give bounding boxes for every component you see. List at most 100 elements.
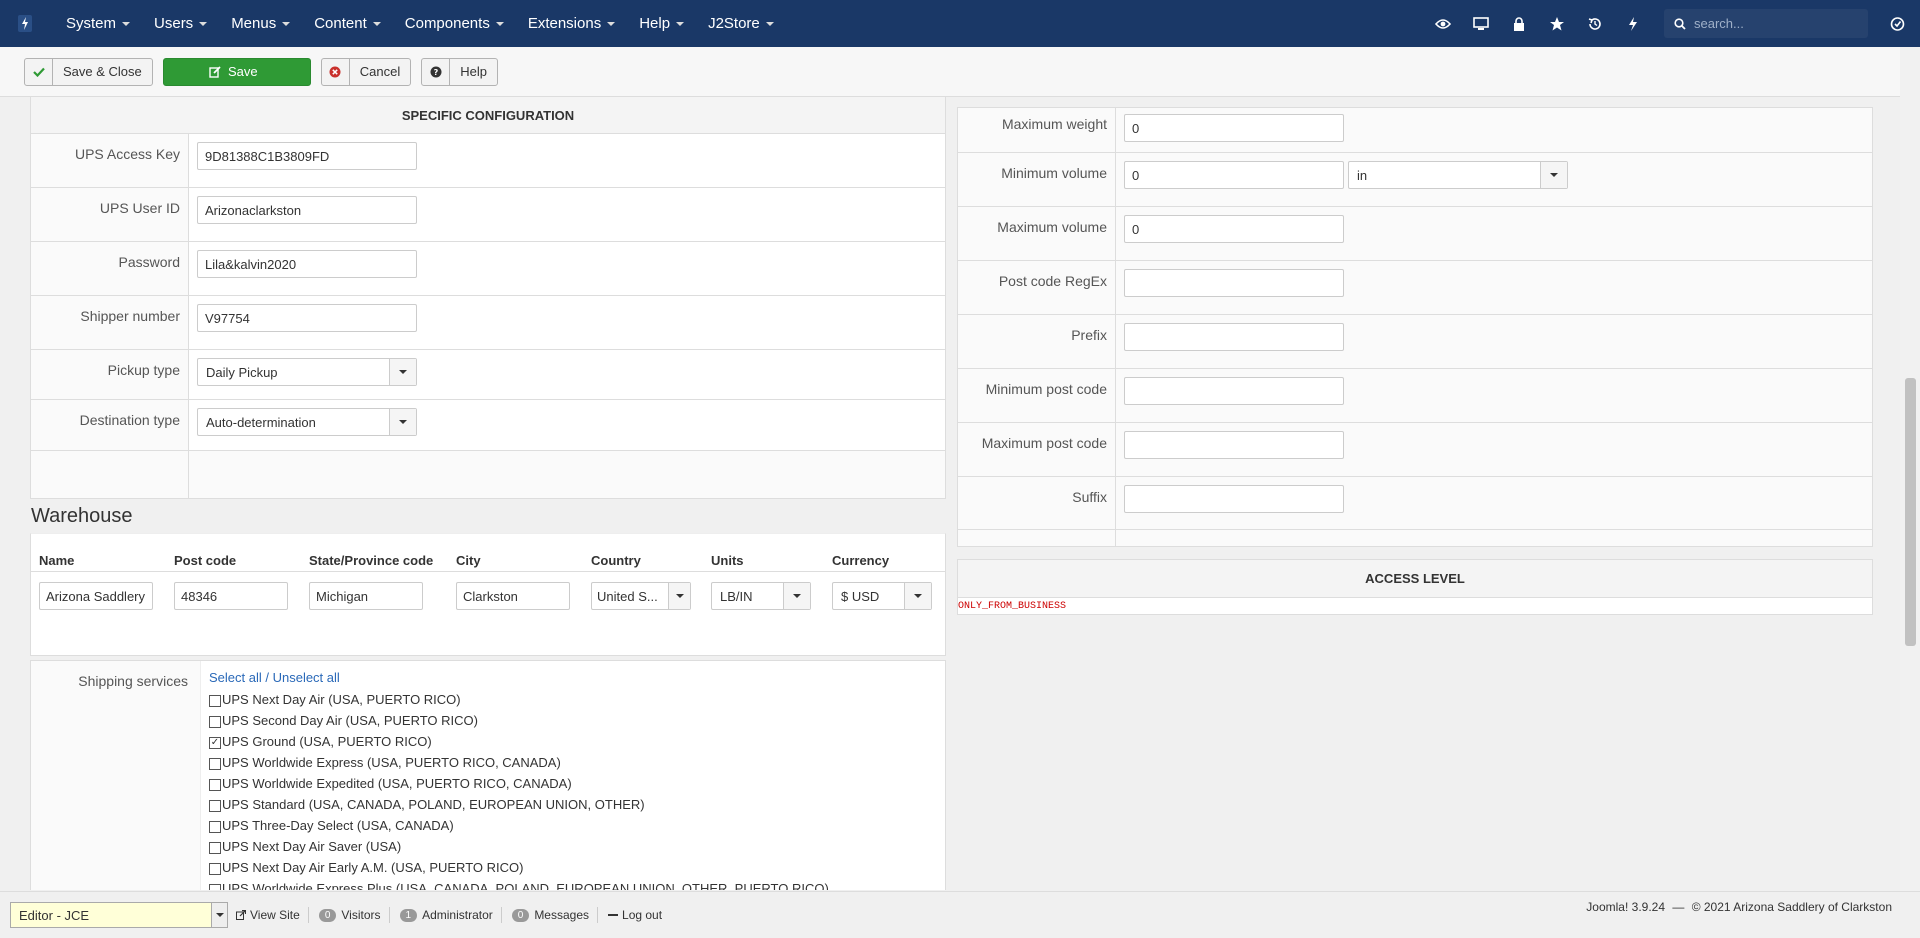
unselect-all-link[interactable]: Unselect all [273,670,340,685]
field-row-min-postcode: Minimum post code [958,369,1872,423]
service-checkbox[interactable] [209,716,221,728]
nav-right-tools [1424,0,1920,47]
menu-system[interactable]: System [54,0,142,47]
pickup-type-select[interactable]: Daily Pickup [197,358,417,386]
service-checkbox[interactable] [209,821,221,833]
menu-menus[interactable]: Menus [219,0,302,47]
menu-label: Content [314,15,367,32]
service-item: UPS Second Day Air (USA, PUERTO RICO) [209,710,829,731]
menu-components[interactable]: Components [393,0,516,47]
caret-down-icon [495,21,504,26]
menu-content[interactable]: Content [302,0,393,47]
min-volume-input[interactable]: 0 [1124,161,1344,189]
status-bar: Editor - JCE View Site 0 Visitors 1 Admi… [0,891,1920,938]
footer-copyright: Joomla! 3.9.24 — © 2021 Arizona Saddlery… [1586,900,1892,914]
field-label: Shipper number [31,296,189,349]
star-icon[interactable] [1538,0,1576,47]
link-separator: / [261,670,273,685]
service-item: UPS Worldwide Express Plus (USA, CANADA,… [209,878,829,890]
field-row-max-weight: Maximum weight 0 [958,108,1872,153]
service-label: UPS Worldwide Express Plus (USA, CANADA,… [222,881,829,890]
button-label: Help [460,64,487,79]
menu-extensions[interactable]: Extensions [516,0,627,47]
warehouse-country-select[interactable]: United S... [591,582,691,610]
column-header: Name [39,553,75,568]
status-label: Administrator [422,908,493,922]
caret-down-icon [676,21,685,26]
flash-icon[interactable] [1614,0,1652,47]
service-checkbox[interactable] [209,800,221,812]
password-input[interactable]: Lila&kalvin2020 [197,250,417,278]
logout-link[interactable]: Log out [608,907,670,923]
select-value: LB/IN [720,588,753,604]
menu-users[interactable]: Users [142,0,219,47]
min-postcode-input[interactable] [1124,377,1344,405]
menu-help[interactable]: Help [627,0,696,47]
save-close-button[interactable]: Save & Close [24,57,153,86]
destination-type-select[interactable]: Auto-determination [197,408,417,436]
eye-icon[interactable] [1424,0,1462,47]
warehouse-units-select[interactable]: LB/IN [711,582,811,610]
max-volume-input[interactable]: 0 [1124,215,1344,243]
ups-access-key-input[interactable]: 9D81388C1B3809FD [197,142,417,170]
service-item: UPS Worldwide Expedited (USA, PUERTO RIC… [209,773,829,794]
table-row: Arizona Saddlery 48346 Michigan Clarksto… [31,572,945,620]
warehouse-currency-select[interactable]: $ USD [832,582,932,610]
max-postcode-input[interactable] [1124,431,1344,459]
chevron-down-icon [211,903,227,927]
user-menu-icon[interactable] [1882,0,1912,47]
warehouse-state-input[interactable]: Michigan [309,582,423,610]
help-button[interactable]: ? Help [421,57,498,86]
monitor-icon[interactable] [1462,0,1500,47]
service-checkbox[interactable] [209,758,221,770]
warehouse-city-input[interactable]: Clarkston [456,582,570,610]
field-label: UPS Access Key [31,134,189,187]
service-checkbox[interactable] [209,863,221,875]
service-item: UPS Next Day Air Early A.M. (USA, PUERTO… [209,857,829,878]
column-header: City [456,553,481,568]
access-level-value: ONLY_FROM_BUSINESS [958,601,1067,612]
field-row-min-volume: Minimum volume 0 in [958,153,1872,207]
warehouse-name-input[interactable]: Arizona Saddlery [39,582,153,610]
cancel-button[interactable]: Cancel [320,57,412,86]
lock-icon[interactable] [1500,0,1538,47]
volume-unit-select[interactable]: in [1348,161,1568,189]
service-checkbox[interactable] [209,695,221,707]
scrollbar-thumb[interactable] [1905,378,1916,646]
prefix-input[interactable] [1124,323,1344,351]
search-input[interactable] [1694,16,1854,31]
service-checkbox[interactable]: ✓ [209,737,221,749]
conditions-footer [958,529,1872,546]
joomla-logo-icon[interactable] [18,15,32,32]
search-icon [1674,17,1686,30]
max-weight-input[interactable]: 0 [1124,114,1344,142]
view-site-link[interactable]: View Site [236,907,309,923]
external-link-icon [236,910,246,920]
left-panel: SPECIFIC CONFIGURATION UPS Access Key 9D… [30,97,946,890]
editor-select[interactable]: Editor - JCE [10,902,228,928]
select-all-link[interactable]: Select all [209,670,262,685]
services-list: Select all / Unselect all UPS Next Day A… [201,661,829,890]
link-label: View Site [250,908,300,922]
postcode-regex-input[interactable] [1124,269,1344,297]
history-icon[interactable] [1576,0,1614,47]
chevron-down-icon [904,583,931,609]
ups-user-id-input[interactable]: Arizonaclarkston [197,196,417,224]
shipping-services: Shipping services Select all / Unselect … [30,660,946,890]
field-label: Password [31,242,189,295]
suffix-input[interactable] [1124,485,1344,513]
service-checkbox[interactable] [209,842,221,854]
field-label: Post code RegEx [958,261,1116,314]
warehouse-postcode-input[interactable]: 48346 [174,582,288,610]
shipper-number-input[interactable]: V97754 [197,304,417,332]
menu-label: Users [154,15,194,32]
save-button[interactable]: Save [162,57,311,86]
service-checkbox[interactable] [209,779,221,791]
column-header: Units [711,553,744,568]
menu-j2store[interactable]: J2Store [696,0,786,47]
right-panel: Maximum weight 0 Minimum volume 0 in Max… [957,97,1873,615]
check-icon [25,58,53,85]
service-checkbox[interactable] [209,884,221,890]
top-navbar: System Users Menus Content Components Ex… [0,0,1920,47]
messages-indicator[interactable]: 0 Messages [511,907,599,923]
